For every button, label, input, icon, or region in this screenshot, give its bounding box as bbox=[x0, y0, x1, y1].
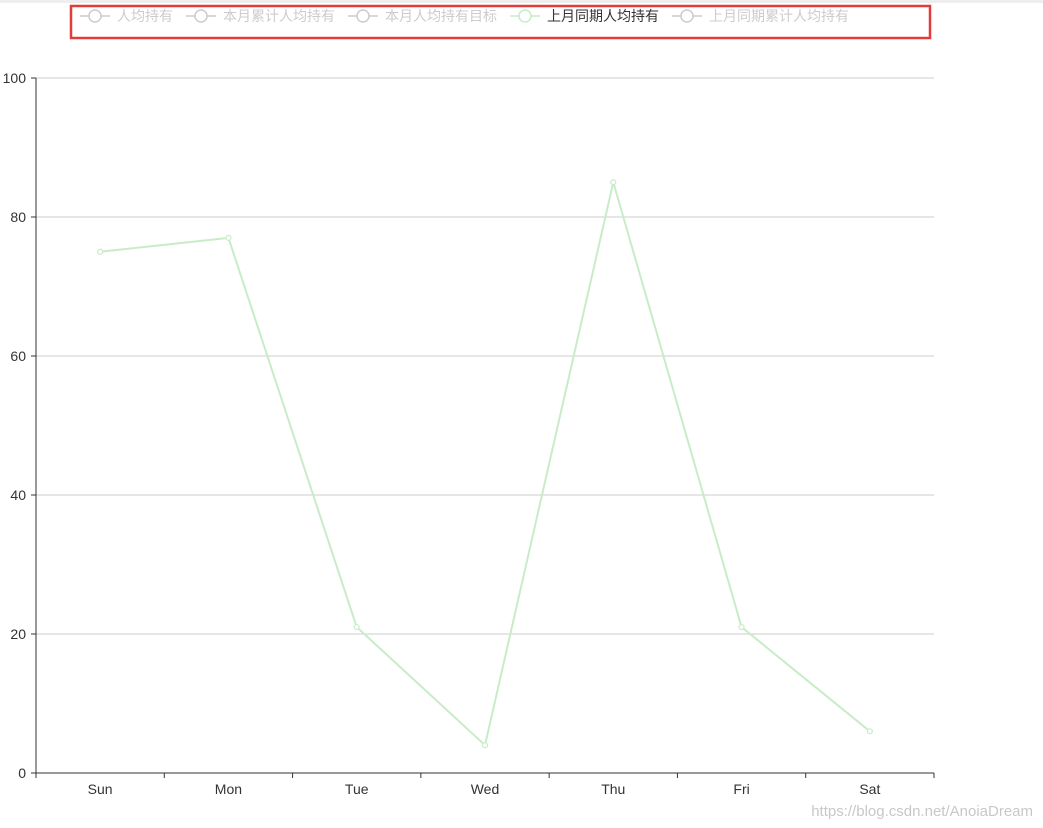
line-chart: 0 20 40 60 80 100 Sun Mon Tue Wed Thu Fri Sat 人均持有 本月… bbox=[3, 4, 1033, 820]
data-point[interactable] bbox=[866, 728, 873, 735]
x-tick-label: Tue bbox=[345, 781, 369, 797]
data-point[interactable] bbox=[610, 179, 617, 186]
data-point[interactable] bbox=[738, 623, 745, 631]
y-tick-label: 40 bbox=[10, 487, 26, 503]
legend-label: 上月同期人均持有 bbox=[547, 9, 659, 25]
y-tick-label: 0 bbox=[18, 765, 26, 781]
legend-circle-icon bbox=[518, 9, 532, 23]
x-tick-label: Fri bbox=[733, 781, 749, 797]
legend-circle-icon bbox=[194, 9, 208, 23]
axis-layer: 0 20 40 60 80 100 Sun Mon Tue Wed Thu Fri Sat bbox=[3, 70, 935, 797]
legend-item[interactable]: 本月人均持有目标 bbox=[348, 9, 497, 25]
legend-item[interactable]: 本月累计人均持有 bbox=[186, 9, 335, 25]
legend-label: 人均持有 bbox=[117, 9, 173, 25]
legend-label: 上月同期累计人均持有 bbox=[709, 9, 849, 25]
grid-layer bbox=[36, 77, 934, 635]
x-tick-label: Mon bbox=[215, 781, 242, 797]
y-tick-label: 80 bbox=[10, 209, 26, 225]
y-tick-label: 20 bbox=[10, 626, 26, 642]
legend-item[interactable]: 上月同期累计人均持有 bbox=[672, 9, 849, 25]
data-point[interactable] bbox=[225, 234, 232, 241]
legend-item[interactable]: 上月同期人均持有 bbox=[510, 9, 659, 25]
legend-item[interactable]: 人均持有 bbox=[80, 9, 173, 25]
data-point[interactable] bbox=[353, 623, 360, 631]
data-point[interactable] bbox=[97, 248, 104, 255]
x-tick-label: Sat bbox=[859, 781, 880, 797]
legend-circle-icon bbox=[680, 9, 694, 23]
data-point[interactable] bbox=[481, 742, 489, 749]
x-tick-label: Thu bbox=[601, 781, 625, 797]
legend-label: 本月人均持有目标 bbox=[385, 9, 497, 25]
y-tick-label: 60 bbox=[10, 348, 26, 364]
x-tick-label: Wed bbox=[471, 781, 500, 797]
y-tick-label: 100 bbox=[3, 70, 27, 86]
x-tick-label: Sun bbox=[88, 781, 113, 797]
legend-label: 本月累计人均持有 bbox=[223, 9, 335, 25]
legend[interactable]: 人均持有 本月累计人均持有 本月人均持有目标 上月同期人均持有 上月同期累计人均持有 bbox=[69, 4, 932, 40]
series-line bbox=[100, 181, 871, 747]
legend-circle-icon bbox=[356, 9, 370, 23]
series-layer bbox=[97, 179, 873, 749]
watermark-text: https://blog.csdn.net/AnoiaDream bbox=[811, 803, 1033, 820]
legend-circle-icon bbox=[88, 9, 102, 23]
